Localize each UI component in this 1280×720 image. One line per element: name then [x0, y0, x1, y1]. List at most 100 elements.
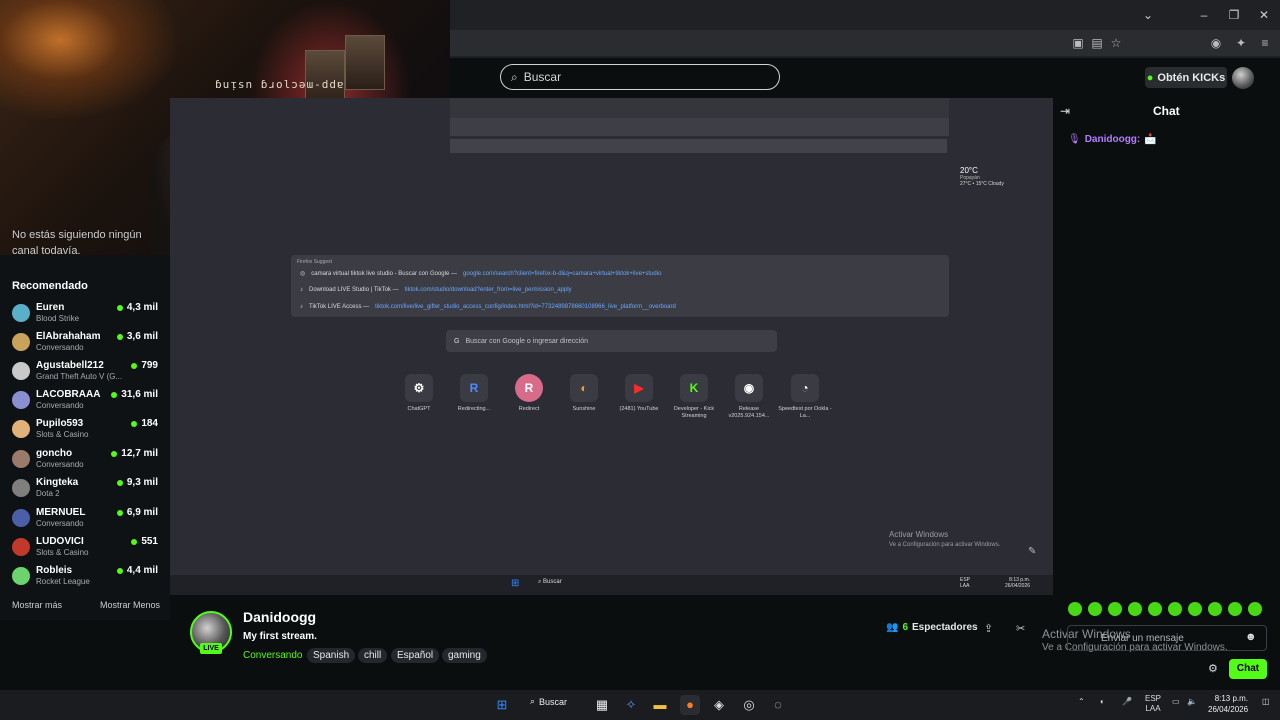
- minimize-icon[interactable]: –: [1192, 6, 1216, 24]
- emote-icon[interactable]: [1208, 602, 1222, 616]
- tag-chip[interactable]: gaming: [442, 648, 487, 663]
- suggestion-text: Download LIVE Studio | TikTok —: [309, 287, 399, 293]
- stream-category[interactable]: Conversando: [243, 650, 302, 661]
- taskbar-clock[interactable]: 8:13 p.m. 26/04/2026: [1208, 693, 1248, 715]
- get-kicks-button[interactable]: ● Obtén KICKs: [1145, 67, 1227, 88]
- show-less-link[interactable]: Mostrar Menos: [100, 600, 160, 610]
- tab-list-icon[interactable]: ⌄: [1136, 6, 1160, 24]
- bookmark-star-icon[interactable]: ☆: [1107, 34, 1125, 52]
- channel-viewers: 551: [141, 536, 158, 547]
- recommended-channel[interactable]: Robleis Rocket League 4,4 mil: [10, 563, 160, 591]
- channel-name: Kingteka: [36, 477, 79, 488]
- suggestion-item: ♪ Download LIVE Studio | TikTok — tiktok…: [300, 287, 572, 293]
- live-dot-icon: [131, 362, 138, 369]
- emote-icon[interactable]: [1168, 602, 1182, 616]
- clock-date: 26/04/2026: [1208, 705, 1249, 714]
- tray-app-icon[interactable]: ◐: [1100, 697, 1105, 706]
- chat-input[interactable]: Enviar un mensaje: [1067, 625, 1267, 651]
- steam-icon[interactable]: ◈: [709, 695, 729, 715]
- shortcut-label: Redirect: [518, 406, 540, 412]
- notification-icon[interactable]: ◫: [1262, 697, 1270, 706]
- collapse-chat-icon[interactable]: ⇥: [1060, 104, 1070, 118]
- obs-icon[interactable]: ◎: [739, 695, 759, 715]
- wall-poster: [345, 35, 385, 90]
- store-icon[interactable]: ▦: [592, 695, 612, 715]
- channel-avatar: [12, 450, 30, 468]
- emoji-picker-icon[interactable]: ☻: [1245, 631, 1257, 643]
- recommended-channel[interactable]: Euren Blood Strike 4,3 mil: [10, 300, 160, 328]
- emote-icon[interactable]: [1108, 602, 1122, 616]
- emote-bar: [1068, 602, 1262, 616]
- kicks-icon: ●: [1146, 71, 1154, 84]
- recommended-channel[interactable]: MERNUEL Conversando 6,9 mil: [10, 505, 160, 533]
- chat-username[interactable]: Danidoogg:: [1085, 134, 1141, 145]
- recommended-channel[interactable]: Pupilo593 Slots & Casino 184: [10, 416, 160, 444]
- app-icon[interactable]: ◌: [768, 695, 788, 715]
- extensions-icon[interactable]: ✦: [1232, 34, 1250, 52]
- channel-name: MERNUEL: [36, 507, 86, 518]
- recommended-channel[interactable]: Kingteka Dota 2 9,3 mil: [10, 475, 160, 503]
- emote-icon[interactable]: [1248, 602, 1262, 616]
- menu-icon[interactable]: ≡: [1256, 34, 1274, 52]
- volume-icon[interactable]: 🔈: [1187, 697, 1197, 706]
- firefox-icon[interactable]: ●: [680, 695, 700, 715]
- tag-chip[interactable]: Spanish: [307, 648, 356, 663]
- emote-icon[interactable]: [1068, 602, 1082, 616]
- taskbar-search[interactable]: ⌕ Buscar: [530, 696, 567, 707]
- microphone-icon[interactable]: 🎤: [1122, 697, 1132, 706]
- shortcut-label: (2481) YouTube: [619, 406, 659, 412]
- recommended-channel[interactable]: goncho Conversando 12,7 mil: [10, 446, 160, 474]
- viewer-label: Espectadores: [912, 622, 978, 633]
- share-icon[interactable]: ⇪: [984, 622, 993, 635]
- recommended-channel[interactable]: ElAbrahaham Conversando 3,6 mil: [10, 329, 160, 357]
- recommended-channel[interactable]: LUDOVICI Slots & Casino 551: [10, 534, 160, 562]
- channel-name: ElAbrahaham: [36, 331, 101, 342]
- taskbar-search-label: Buscar: [539, 696, 568, 707]
- send-chat-button[interactable]: Chat: [1229, 659, 1267, 679]
- emote-icon[interactable]: [1128, 602, 1142, 616]
- redirect-icon: R: [515, 374, 543, 402]
- channel-viewers: 9,3 mil: [126, 477, 158, 488]
- recommended-channel[interactable]: LACOBRAAA Conversando 31,6 mil: [10, 387, 160, 415]
- emote-icon[interactable]: [1228, 602, 1242, 616]
- shortcut-label: Release v2025.924.154...: [728, 406, 770, 419]
- file-explorer-icon[interactable]: ▬: [650, 695, 670, 715]
- channel-category: Grand Theft Auto V (G...: [36, 372, 123, 381]
- shortcut-tile: ◐ Sunshine: [554, 374, 614, 413]
- emote-icon[interactable]: [1188, 602, 1202, 616]
- redirect-icon: R: [460, 374, 488, 402]
- restore-icon[interactable]: ❐: [1222, 6, 1246, 24]
- shortcut-tile: ◔ Speedtest por Ookla - La...: [775, 374, 835, 420]
- network-icon[interactable]: ▭: [1172, 697, 1180, 706]
- tag-chip[interactable]: Español: [391, 648, 440, 663]
- windows-start-icon[interactable]: ⊞: [492, 695, 512, 715]
- shortcut-tile: ◉ Release v2025.924.154...: [719, 374, 779, 420]
- channel-avatar: [12, 479, 30, 497]
- streamer-name[interactable]: Danidoogg: [243, 609, 316, 625]
- shortcut-label: Sunshine: [572, 406, 596, 412]
- copilot-icon[interactable]: ✧: [621, 695, 641, 715]
- tiktok-icon: ♪: [300, 304, 303, 310]
- browser-toolbar: [405, 30, 1280, 56]
- close-icon[interactable]: ✕: [1252, 6, 1276, 24]
- chat-settings-icon[interactable]: ⚙: [1208, 662, 1218, 675]
- channel-viewers: 6,9 mil: [126, 507, 158, 518]
- tag-chip[interactable]: chill: [358, 648, 388, 663]
- tray-overflow-icon[interactable]: ⌃: [1078, 697, 1085, 706]
- search-input[interactable]: ⌕ Buscar: [500, 64, 780, 90]
- viewer-count: 👥 6 Espectadores: [886, 622, 978, 633]
- emote-icon[interactable]: [1148, 602, 1162, 616]
- gift-icon[interactable]: ✂: [1016, 622, 1025, 635]
- screenshot-icon[interactable]: ▣: [1069, 34, 1087, 52]
- emote-icon[interactable]: [1088, 602, 1102, 616]
- live-dot-icon: [116, 333, 123, 340]
- language-indicator[interactable]: ESP LAA: [1145, 694, 1161, 714]
- recommended-channel[interactable]: Agustabell212 Grand Theft Auto V (G... 7…: [10, 358, 160, 386]
- channel-name: Pupilo593: [36, 418, 84, 429]
- user-avatar[interactable]: [1232, 67, 1254, 89]
- account-icon[interactable]: ◉: [1207, 34, 1225, 52]
- reader-icon[interactable]: ▤: [1088, 34, 1106, 52]
- channel-category: Conversando: [36, 401, 84, 410]
- show-more-link[interactable]: Mostrar más: [12, 600, 62, 610]
- channel-avatar: [12, 391, 30, 409]
